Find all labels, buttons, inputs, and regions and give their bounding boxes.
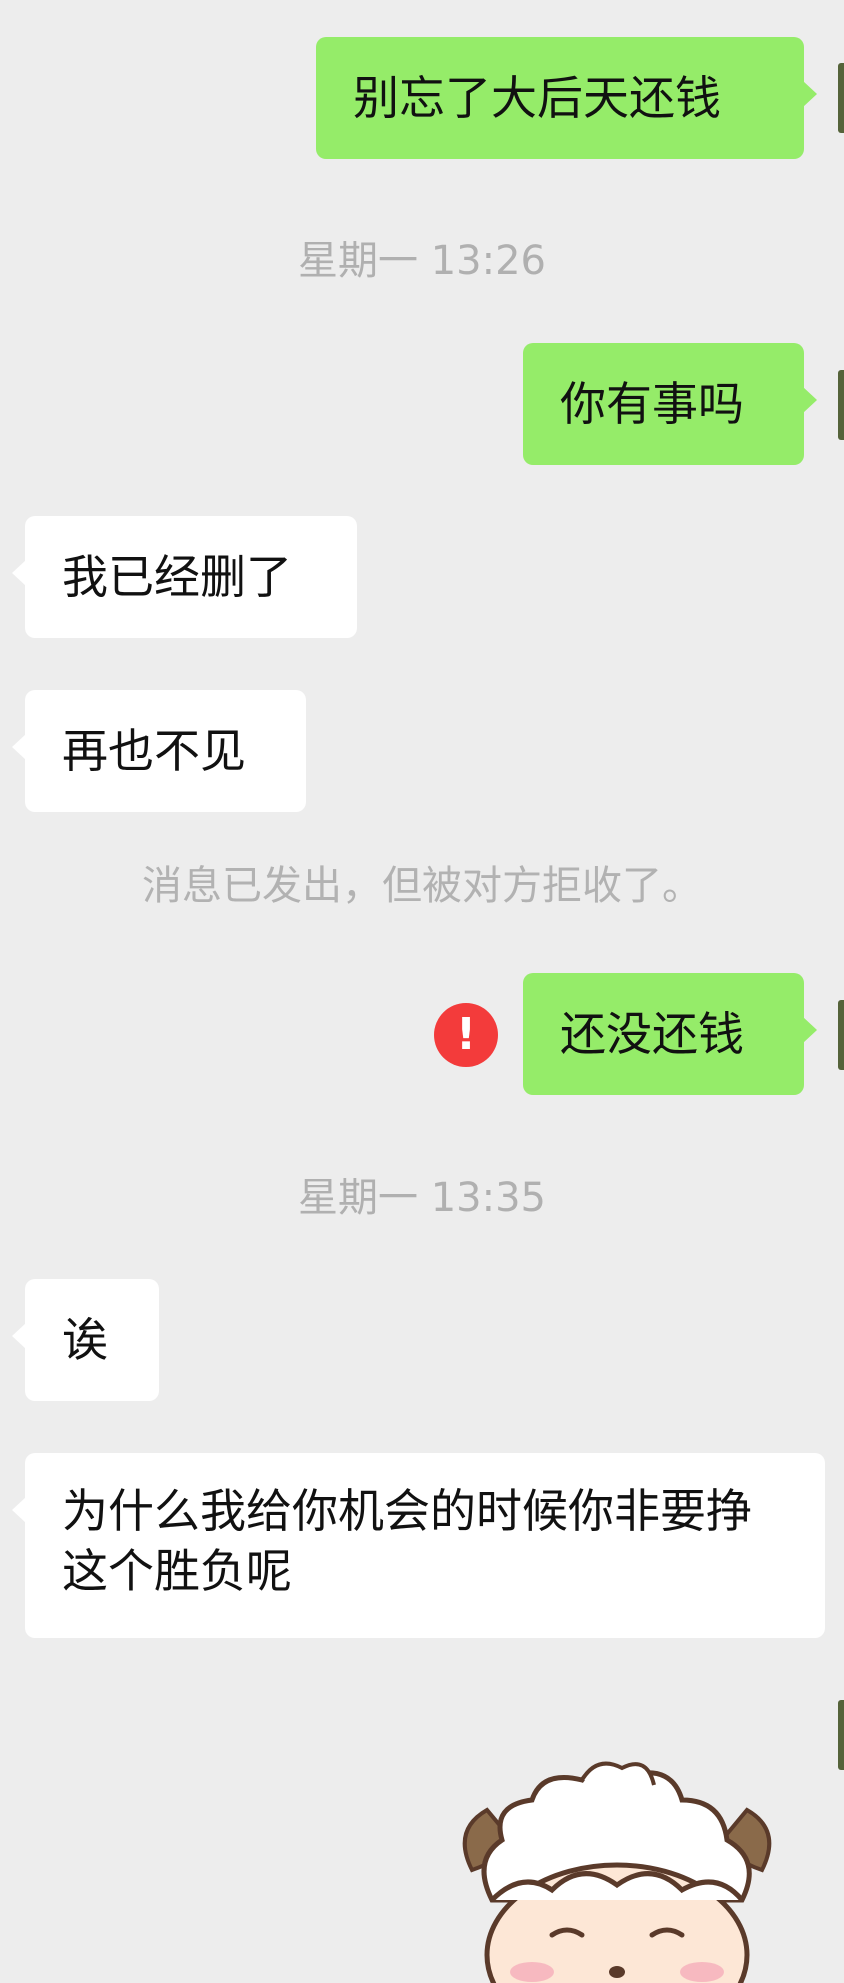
message-text: 为什么我给你机会的时候你非要挣这个胜负呢 [62,1484,752,1598]
incoming-message[interactable]: 诶 [12,1279,159,1401]
message-text: 我已经删了 [62,550,292,604]
message-text: 别忘了大后天还钱 [353,71,721,125]
avatar[interactable] [838,1700,844,1770]
timestamp: 星期一 13:26 [298,238,546,284]
incoming-message[interactable]: 我已经删了 [12,516,357,638]
message-text: 还没还钱 [560,1007,744,1061]
avatar[interactable] [838,370,844,440]
send-failed-icon[interactable]: ! [434,1003,498,1067]
avatar[interactable] [838,1000,844,1070]
rejected-notice: 消息已发出，但被对方拒收了。 [142,863,702,909]
message-text: 诶 [62,1313,108,1367]
outgoing-message[interactable]: 还没还钱 [523,973,817,1095]
incoming-message[interactable]: 为什么我给你机会的时候你非要挣这个胜负呢 [12,1453,825,1638]
message-text: 你有事吗 [560,377,744,431]
timestamp: 星期一 13:35 [298,1175,546,1221]
lamb-sticker-icon[interactable] [432,1750,802,1983]
avatar[interactable] [838,63,844,133]
outgoing-message[interactable]: 别忘了大后天还钱 [316,37,817,159]
outgoing-message[interactable]: 你有事吗 [523,343,817,465]
message-text: 再也不见 [62,724,246,778]
incoming-message[interactable]: 再也不见 [12,690,306,812]
